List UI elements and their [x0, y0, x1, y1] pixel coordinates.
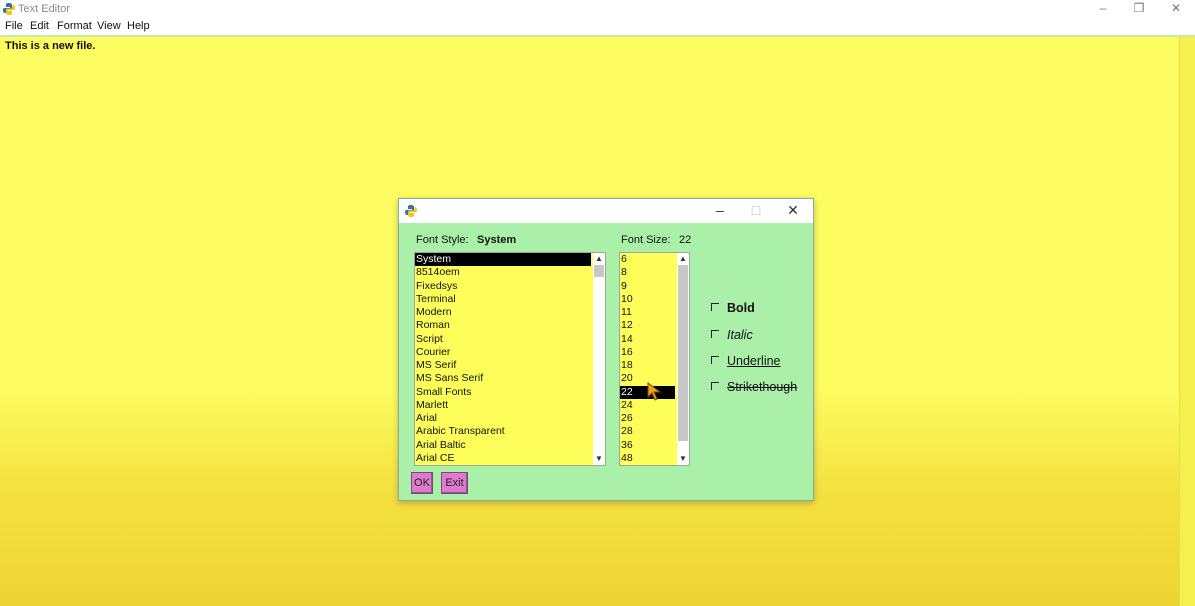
scroll-thumb[interactable] [678, 265, 688, 441]
font-list-item[interactable]: Small Fonts [415, 386, 591, 399]
font-list-item[interactable]: Arial CE [415, 452, 591, 465]
python-icon [405, 205, 417, 217]
font-size-label: Font Size: [621, 234, 671, 246]
font-list-item[interactable]: MS Serif [415, 359, 591, 372]
bold-checkbox[interactable]: Bold [711, 301, 755, 315]
size-list-item[interactable]: 8 [620, 266, 675, 279]
ok-button[interactable]: OK [411, 472, 433, 494]
close-button[interactable]: ✕ [1166, 1, 1186, 15]
size-list-item[interactable]: 6 [620, 253, 675, 266]
font-style-list[interactable]: System 8514oem Fixedsys Terminal Modern Roman… [414, 252, 606, 466]
strikethrough-label: Strikethough [727, 380, 798, 394]
font-list-item[interactable]: MS Sans Serif [415, 372, 591, 385]
dialog-minimize-button[interactable]: – [710, 202, 730, 218]
font-list-item[interactable]: Script [415, 333, 591, 346]
menu-bar: File Edit Format View Help [0, 18, 1195, 35]
font-list-item[interactable]: Modern [415, 306, 591, 319]
size-list-item[interactable]: 36 [620, 439, 675, 452]
menu-file[interactable]: File [5, 20, 23, 32]
strikethrough-checkbox[interactable]: Strikethough [711, 380, 797, 394]
restore-button[interactable]: ❐ [1129, 1, 1149, 15]
menu-help[interactable]: Help [127, 20, 150, 32]
font-list-item[interactable]: 8514oem [415, 266, 591, 279]
size-list-item[interactable]: 48 [620, 452, 675, 465]
size-list-item[interactable]: 9 [620, 280, 675, 293]
underline-checkbox[interactable]: Underline [711, 354, 781, 368]
font-list-item[interactable]: Terminal [415, 293, 591, 306]
font-list-item[interactable]: Arial Baltic [415, 439, 591, 452]
window-title: Text Editor [18, 3, 70, 15]
dialog-maximize-button[interactable]: □ [746, 202, 766, 218]
size-list-item[interactable]: 12 [620, 319, 675, 332]
size-list-item[interactable]: 18 [620, 359, 675, 372]
font-list-scrollbar[interactable]: ▲ ▼ [593, 253, 605, 465]
font-list-item[interactable]: Courier [415, 346, 591, 359]
mouse-cursor-icon [647, 382, 662, 401]
font-list-item[interactable]: Marlett [415, 399, 591, 412]
menu-edit[interactable]: Edit [30, 20, 49, 32]
editor-scrollbar[interactable] [1179, 37, 1195, 606]
font-list-item[interactable]: Fixedsys [415, 280, 591, 293]
font-size-list[interactable]: 6 8 9 10 11 12 14 16 18 20 22 24 26 28 36 48 ▲ ▼ [619, 252, 690, 466]
scroll-thumb[interactable] [594, 265, 604, 277]
font-style-value: System [477, 234, 517, 246]
size-list-item[interactable]: 26 [620, 412, 675, 425]
bold-label: Bold [727, 301, 755, 315]
underline-label: Underline [727, 354, 781, 368]
checkbox-icon [711, 382, 719, 390]
size-list-item[interactable]: 14 [620, 333, 675, 346]
font-size-value: 22 [679, 234, 692, 246]
scroll-down-icon[interactable]: ▼ [593, 453, 605, 465]
window-titlebar: Text Editor – ❐ ✕ [0, 0, 1195, 18]
scroll-down-icon[interactable]: ▼ [677, 453, 689, 465]
checkbox-icon [711, 303, 719, 311]
size-list-item[interactable]: 16 [620, 346, 675, 359]
checkbox-icon [711, 330, 719, 338]
dialog-titlebar: – □ ✕ [399, 199, 813, 223]
font-list-item[interactable]: System [415, 253, 591, 267]
italic-label: Italic [727, 328, 753, 342]
menu-format[interactable]: Format [57, 20, 92, 32]
font-dialog: – □ ✕ Font Style: System Font Size: 22 S… [398, 198, 814, 501]
python-icon [3, 3, 15, 15]
size-list-item[interactable]: 11 [620, 306, 675, 319]
scroll-up-icon[interactable]: ▲ [593, 253, 605, 265]
menu-view[interactable]: View [97, 20, 121, 32]
editor-content: This is a new file. [5, 40, 96, 52]
size-list-item[interactable]: 28 [620, 425, 675, 438]
size-list-item[interactable]: 10 [620, 293, 675, 306]
font-style-label: Font Style: [416, 234, 469, 246]
size-list-scrollbar[interactable]: ▲ ▼ [677, 253, 689, 465]
checkbox-icon [711, 356, 719, 364]
font-list-item[interactable]: Roman [415, 319, 591, 332]
minimize-button[interactable]: – [1093, 1, 1113, 15]
exit-button[interactable]: Exit [441, 472, 468, 494]
italic-checkbox[interactable]: Italic [711, 328, 753, 342]
scroll-up-icon[interactable]: ▲ [677, 253, 689, 265]
font-list-item[interactable]: Arial [415, 412, 591, 425]
dialog-close-button[interactable]: ✕ [783, 202, 803, 219]
font-list-item[interactable]: Arabic Transparent [415, 425, 591, 438]
